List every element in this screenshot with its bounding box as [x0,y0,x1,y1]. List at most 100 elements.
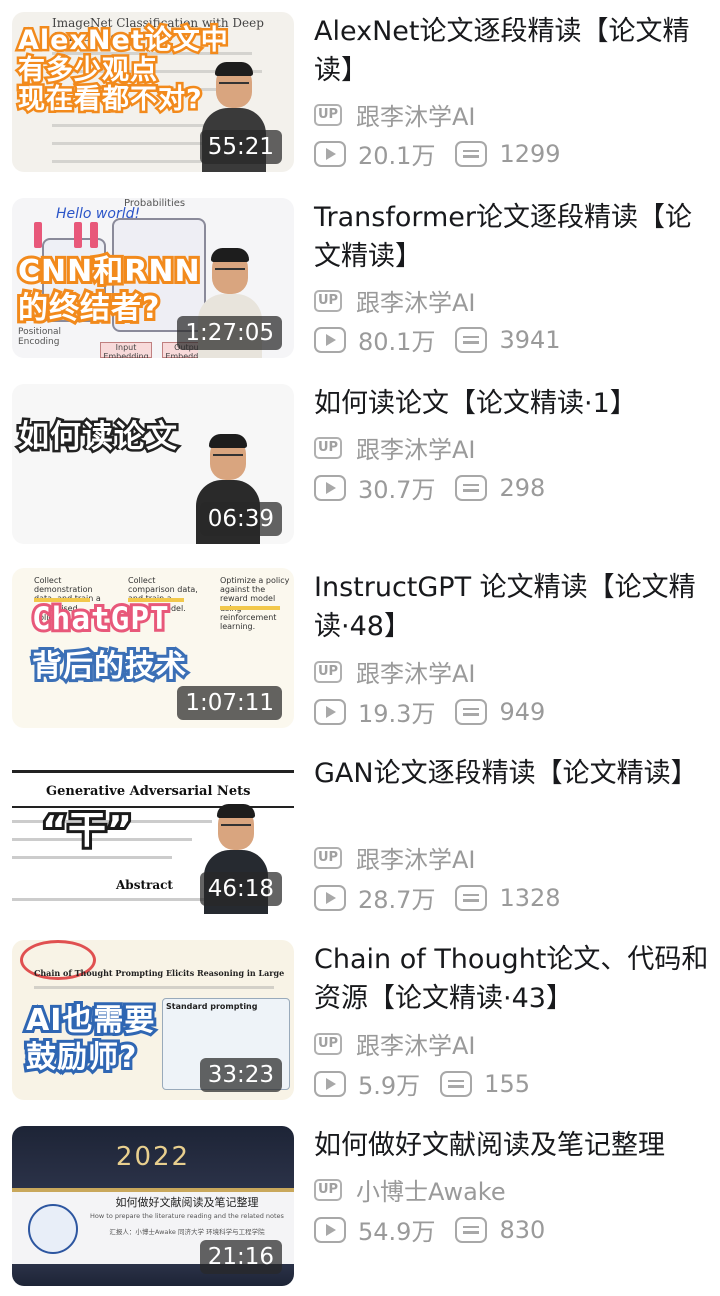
video-card-how-to-read[interactable]: 如何读论文 06:39 如何读论文【论文精读·1】 UP 跟李沐学AI 30.7… [0,384,720,544]
video-info: InstructGPT 论文精读【论文精读·48】 UP 跟李沐学AI 19.3… [314,568,714,728]
video-thumbnail[interactable]: 2022 如何做好文献阅读及笔记整理 How to prepare the li… [12,1126,294,1286]
stats-row: 5.9万 155 [314,1066,550,1101]
danmaku-count: 1299 [499,139,561,168]
thumbnail-caption: AlexNet论文中 有多少观点 现在看都不对? [16,23,231,117]
paper-title: Chain of Thought Prompting Elicits Reaso… [34,968,284,978]
up-badge-icon: UP [314,436,342,459]
step-text: Optimize a policy against the reward mod… [220,576,290,631]
view-count: 20.1万 [358,142,436,170]
thumbnail-caption: AI也需要 鼓励师? [23,1000,157,1078]
view-count: 80.1万 [358,328,436,356]
play-count-icon [314,326,346,353]
video-thumbnail[interactable]: ImageNet Classification with Deep Convol… [12,12,294,172]
stats-row: 19.3万 949 [314,694,565,729]
stats-row: 80.1万 3941 [314,322,581,357]
up-badge-icon: UP [314,846,342,869]
video-thumbnail[interactable]: Chain of Thought Prompting Elicits Reaso… [12,940,294,1100]
video-thumbnail[interactable]: Collect demonstration data, and train a … [12,568,294,728]
danmaku-icon [455,326,488,353]
video-title[interactable]: InstructGPT 论文精读【论文精读·48】 [314,568,714,646]
video-title[interactable]: 如何读论文【论文精读·1】 [314,384,714,423]
uploader-name[interactable]: 跟李沐学AI [356,283,476,318]
play-count-icon [314,884,346,911]
uploader-row[interactable]: UP 跟李沐学AI [314,840,476,875]
thumbnail-reporter: 汇报人：小博士Awake 同济大学 环境科学与工程学院 [109,1228,265,1236]
abstract-heading: Abstract [116,878,173,892]
uploader-row[interactable]: UP 跟李沐学AI [314,654,476,689]
uploader-name[interactable]: 跟李沐学AI [356,654,476,689]
thumbnail-caption: 如何读论文 [16,417,180,456]
up-badge-icon: UP [314,289,342,312]
video-card-literature-reading[interactable]: 2022 如何做好文献阅读及笔记整理 How to prepare the li… [0,1126,720,1286]
danmaku-icon [455,474,488,501]
thumbnail-year: 2022 [115,1142,191,1172]
video-card-chain-of-thought[interactable]: Chain of Thought Prompting Elicits Reaso… [0,940,720,1100]
video-title[interactable]: Chain of Thought论文、代码和资源【论文精读·43】 [314,940,714,1018]
video-thumbnail[interactable]: Generative Adversarial Nets Abstract “干”… [12,754,294,914]
uploader-row[interactable]: UP 小博士Awake [314,1172,506,1207]
play-count-icon [314,140,346,167]
play-count-icon [314,1216,346,1243]
danmaku-icon [455,884,488,911]
uploader-name[interactable]: 跟李沐学AI [356,1026,476,1061]
play-count-icon [314,1070,346,1097]
duration-badge: 1:07:11 [177,685,282,720]
up-badge-icon: UP [314,660,342,683]
video-info: GAN论文逐段精读【论文精读】 UP 跟李沐学AI 28.7万 1328 [314,754,714,914]
play-count-icon [314,698,346,725]
diagram-label: Positional Encoding [18,327,62,347]
prompt-box-label: Standard prompting [166,1002,258,1011]
video-info: AlexNet论文逐段精读【论文精读】 UP 跟李沐学AI 20.1万 1299 [314,12,714,170]
video-title[interactable]: Transformer论文逐段精读【论文精读】 [314,198,714,276]
danmaku-icon [455,1216,488,1243]
play-count-icon [314,474,346,501]
up-badge-icon: UP [314,1178,342,1201]
thumbnail-subheading: How to prepare the literature reading an… [90,1212,284,1220]
danmaku-icon [440,1070,473,1097]
video-card-alexnet[interactable]: ImageNet Classification with Deep Convol… [0,12,720,172]
diagram-label: Probabilities [124,198,186,209]
uploader-name[interactable]: 跟李沐学AI [356,430,476,465]
video-title[interactable]: AlexNet论文逐段精读【论文精读】 [314,12,714,90]
paper-title: Generative Adversarial Nets [46,784,251,799]
duration-badge: 21:16 [199,1239,282,1274]
stats-row: 20.1万 1299 [314,136,581,171]
view-count: 28.7万 [358,886,436,914]
stats-row: 28.7万 1328 [314,880,581,915]
video-title[interactable]: GAN论文逐段精读【论文精读】 [314,754,714,793]
danmaku-count: 1328 [499,883,561,912]
video-title[interactable]: 如何做好文献阅读及笔记整理 [314,1126,714,1165]
thumbnail-heading: 如何做好文献阅读及笔记整理 [115,1196,259,1209]
danmaku-count: 949 [499,697,546,726]
thumbnail-caption: 背后的技术 [29,647,189,686]
uploader-row[interactable]: UP 跟李沐学AI [314,430,476,465]
view-count: 30.7万 [358,476,436,504]
thumbnail-caption: CNN和RNN 的终结者? [15,251,203,329]
danmaku-count: 298 [499,473,546,502]
danmaku-icon [455,140,488,167]
duration-badge: 06:39 [199,501,282,536]
duration-badge: 55:21 [199,129,282,164]
video-card-transformer[interactable]: Hello world! Probabilities Positional En… [0,198,720,358]
video-card-gan[interactable]: Generative Adversarial Nets Abstract “干”… [0,754,720,914]
video-info: Transformer论文逐段精读【论文精读】 UP 跟李沐学AI 80.1万 … [314,198,714,356]
up-badge-icon: UP [314,1032,342,1055]
stats-row: 30.7万 298 [314,470,565,505]
danmaku-icon [455,698,488,725]
video-card-instructgpt[interactable]: Collect demonstration data, and train a … [0,568,720,728]
uploader-name[interactable]: 跟李沐学AI [356,97,476,132]
uploader-row[interactable]: UP 跟李沐学AI [314,1026,476,1061]
view-count: 5.9万 [358,1072,421,1100]
video-thumbnail[interactable]: Hello world! Probabilities Positional En… [12,198,294,358]
view-count: 54.9万 [358,1218,436,1246]
uploader-name[interactable]: 小博士Awake [356,1172,506,1207]
uploader-name[interactable]: 跟李沐学AI [356,840,476,875]
danmaku-count: 830 [499,1215,546,1244]
uploader-row[interactable]: UP 跟李沐学AI [314,283,476,318]
duration-badge: 46:18 [199,871,282,906]
duration-badge: 1:27:05 [177,315,282,350]
duration-badge: 33:23 [199,1057,282,1092]
university-logo [28,1204,78,1254]
video-thumbnail[interactable]: 如何读论文 06:39 [12,384,294,544]
uploader-row[interactable]: UP 跟李沐学AI [314,97,476,132]
